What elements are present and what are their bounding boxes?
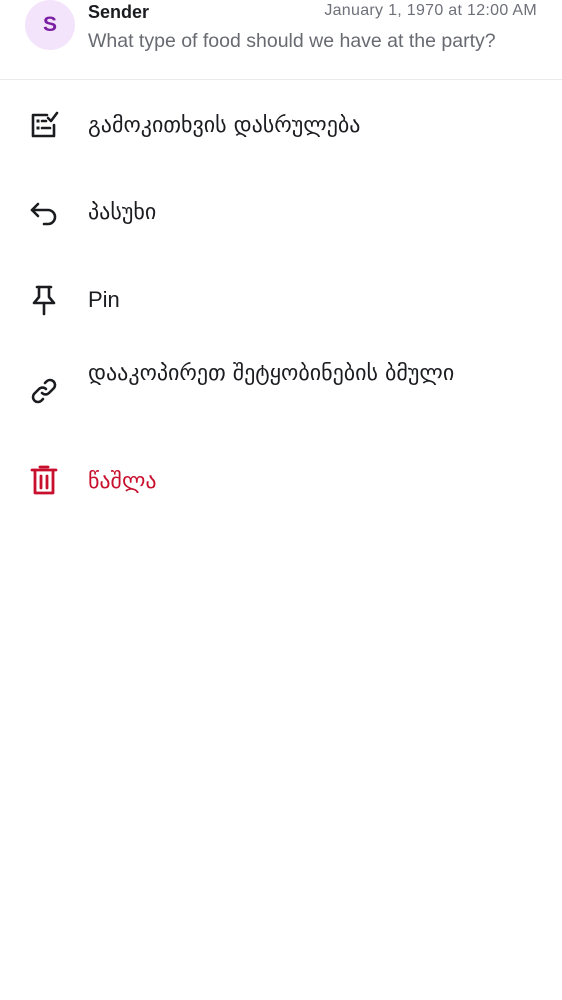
avatar: S [25, 0, 75, 50]
menu-item-end-poll[interactable]: გამოკითხვის დასრულება [0, 104, 562, 152]
menu-item-reply[interactable]: პასუხი [0, 191, 562, 239]
menu-item-label: Pin [88, 287, 120, 312]
link-icon [28, 375, 60, 407]
menu-item-label: წაშლა [88, 469, 157, 494]
trash-icon [28, 464, 60, 496]
menu-item-label: გამოკითხვის დასრულება [88, 113, 361, 138]
message-header: S Sender January 1, 1970 at 12:00 AM Wha… [0, 0, 562, 80]
message-timestamp: January 1, 1970 at 12:00 AM [324, 2, 537, 19]
poll-end-icon [28, 109, 60, 141]
reply-icon [28, 197, 60, 229]
menu-item-delete[interactable]: წაშლა [0, 460, 562, 508]
menu-item-label: დააკოპირეთ შეტყობინების ბმული [88, 361, 455, 386]
sender-name: Sender [88, 2, 150, 22]
message-preview: What type of food should we have at the … [88, 30, 496, 52]
menu-item-copy-link[interactable]: დააკოპირეთ შეტყობინების ბმული [0, 356, 562, 426]
menu-item-label: პასუხი [88, 200, 157, 225]
pin-icon [28, 284, 60, 316]
menu-item-pin[interactable]: Pin [0, 278, 562, 326]
